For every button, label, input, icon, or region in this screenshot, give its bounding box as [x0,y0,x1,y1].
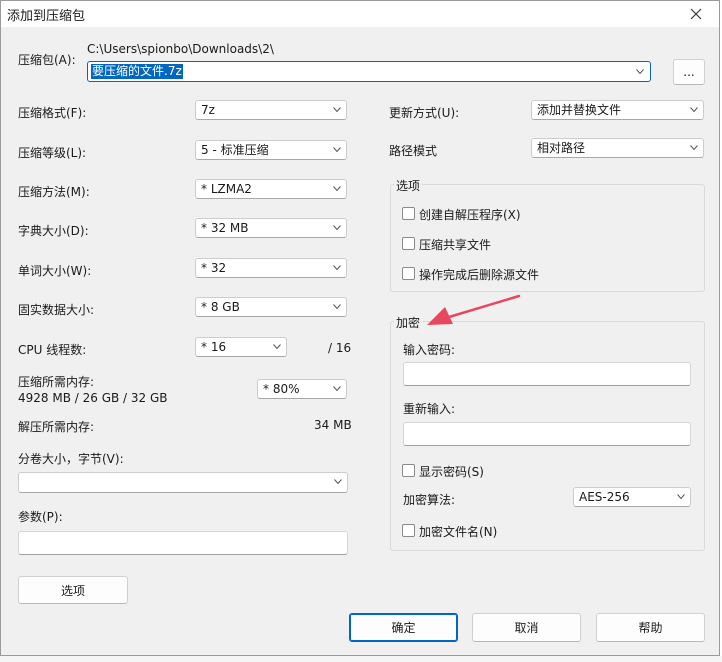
chevron-down-icon [273,344,281,350]
chevron-down-icon [690,107,698,113]
update-mode-label: 更新方式(U): [389,106,460,120]
format-value: 7z [201,103,215,117]
password-label: 输入密码: [403,343,456,357]
chevron-down-icon [333,107,341,113]
archive-name-input[interactable]: 要压缩的文件.7z [91,64,183,79]
path-mode-select[interactable]: 相对路径 [531,138,704,158]
parameters-label: 参数(P): [18,510,63,524]
volume-size-combobox[interactable] [18,472,348,493]
word-size-select[interactable]: * 32 [195,258,347,278]
cpu-threads-total: / 16 [328,341,352,355]
ok-button-label: 确定 [391,621,416,635]
chevron-down-icon [333,225,341,231]
help-button-label: 帮助 [638,621,663,635]
close-button[interactable] [679,1,713,27]
encryption-group-title: 加密 [394,314,423,331]
sfx-label: 创建自解压程序(X) [419,208,521,222]
delete-after-label: 操作完成后删除源文件 [419,268,540,282]
cpu-threads-value: * 16 [201,340,227,354]
parameters-input[interactable] [18,531,348,555]
dictionary-value: * 32 MB [201,221,249,235]
memory-detail: 4928 MB / 26 GB / 32 GB [18,391,168,405]
title-bar: 添加到压缩包 [1,1,719,27]
cancel-button[interactable]: 取消 [472,613,581,642]
update-mode-value: 添加并替换文件 [537,103,622,117]
show-password-checkbox[interactable] [402,464,415,477]
delete-after-checkbox[interactable] [402,267,415,280]
cancel-button-label: 取消 [514,621,539,635]
chevron-down-icon [334,479,342,485]
level-value: 5 - 标准压缩 [201,143,269,157]
format-label: 压缩格式(F): [18,106,87,120]
chevron-down-icon [333,186,341,192]
chevron-down-icon [333,265,341,271]
path-mode-label: 路径模式 [389,144,438,158]
memory-label: 压缩所需内存: [18,375,95,389]
dictionary-label: 字典大小(D): [18,224,89,238]
dictionary-select[interactable]: * 32 MB [195,218,347,238]
password-input[interactable] [403,362,691,386]
memory-usage-value: * 80% [263,382,300,396]
browse-label: ... [683,65,695,79]
chevron-down-icon[interactable] [636,69,644,75]
archive-label: 压缩包(A): [18,53,76,67]
reenter-password-label: 重新输入: [403,402,456,416]
bottom-strip [0,656,722,662]
cpu-threads-select[interactable]: * 16 [195,337,287,357]
chevron-down-icon [333,386,341,392]
show-password-label: 显示密码(S) [419,465,484,479]
window-title: 添加到压缩包 [7,9,86,24]
chevron-down-icon [333,304,341,310]
solid-block-label: 固实数据大小: [18,303,95,317]
method-label: 压缩方法(M): [18,185,90,199]
encryption-method-select[interactable]: AES-256 [573,487,691,507]
level-label: 压缩等级(L): [18,146,87,160]
decompress-memory-value: 34 MB [314,418,352,432]
chevron-down-icon [677,494,685,500]
cpu-threads-label: CPU 线程数: [18,343,87,357]
help-button[interactable]: 帮助 [596,613,705,642]
chevron-down-icon [690,145,698,151]
format-select[interactable]: 7z [195,100,347,120]
options-group-title: 选项 [394,177,423,194]
shared-files-checkbox[interactable] [402,237,415,250]
ok-button[interactable]: 确定 [349,613,458,642]
archive-name-combobox[interactable]: 要压缩的文件.7z [87,61,651,82]
encrypt-filenames-label: 加密文件名(N) [419,525,498,539]
reenter-password-input[interactable] [403,422,691,446]
path-mode-value: 相对路径 [537,141,586,155]
annotation-arrow [427,294,521,325]
method-select[interactable]: * LZMA2 [195,179,347,199]
volume-size-label: 分卷大小，字节(V): [18,452,124,466]
options-button-label: 选项 [60,583,85,598]
archive-directory: C:\Users\spionbo\Downloads\2\ [87,42,274,56]
encryption-method-label: 加密算法: [403,493,456,507]
chevron-down-icon [333,147,341,153]
options-button[interactable]: 选项 [18,576,128,604]
word-size-value: * 32 [201,261,227,275]
update-mode-select[interactable]: 添加并替换文件 [531,100,704,120]
encrypt-filenames-checkbox[interactable] [402,524,415,537]
memory-usage-select[interactable]: * 80% [257,379,347,399]
browse-button[interactable]: ... [673,59,705,85]
method-value: * LZMA2 [201,182,252,196]
word-size-label: 单词大小(W): [18,264,92,278]
add-to-archive-dialog: 添加到压缩包 压缩包(A): C:\Users\spionbo\Download… [0,0,720,656]
close-icon [690,8,702,20]
decompress-memory-label: 解压所需内存: [18,420,95,434]
encryption-method-value: AES-256 [579,490,630,504]
solid-block-value: * 8 GB [201,300,240,314]
sfx-checkbox[interactable] [402,207,415,220]
solid-block-select[interactable]: * 8 GB [195,297,347,317]
level-select[interactable]: 5 - 标准压缩 [195,140,347,160]
shared-files-label: 压缩共享文件 [419,238,492,252]
